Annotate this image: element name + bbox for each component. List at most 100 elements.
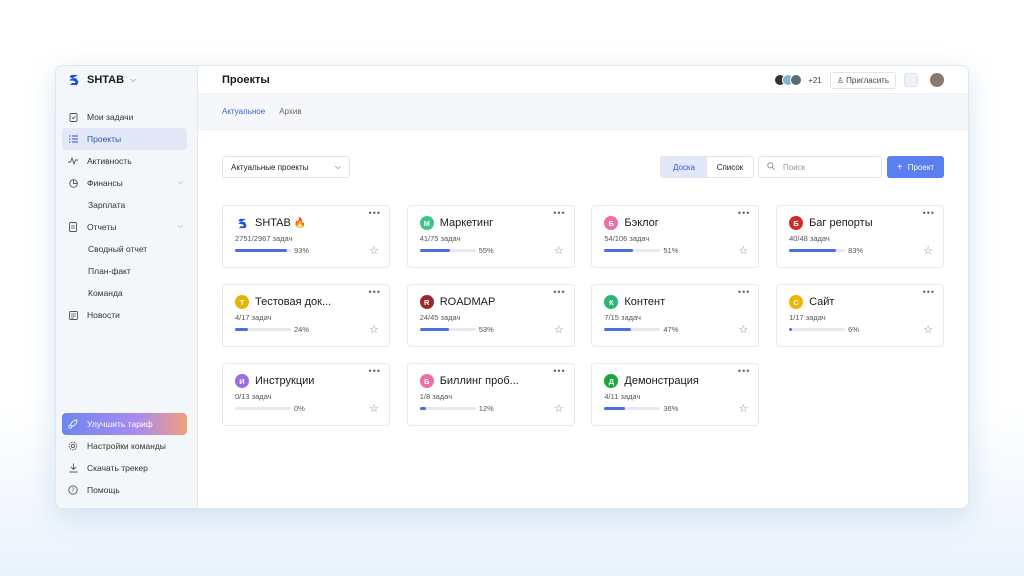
sidebar-item-salary[interactable]: Зарплата [62, 194, 187, 216]
clipboard-icon [68, 112, 78, 122]
sidebar-item-summary-report[interactable]: Сводный отчет [62, 238, 187, 260]
star-icon[interactable]: ☆ [923, 244, 933, 257]
fire-icon: 🔥 [293, 217, 307, 229]
more-icon[interactable]: ••• [553, 208, 565, 218]
notifications-icon[interactable] [904, 73, 918, 87]
sidebar-item-activity[interactable]: Активность [62, 150, 187, 172]
star-icon[interactable]: ☆ [369, 402, 379, 415]
project-name[interactable]: Демонстрация [624, 375, 699, 387]
more-icon[interactable]: ••• [369, 287, 381, 297]
star-icon[interactable]: ☆ [739, 244, 749, 257]
sidebar-item-download-tracker[interactable]: Скачать трекер [62, 457, 187, 479]
sidebar-item-projects[interactable]: Проекты [62, 128, 187, 150]
more-icon[interactable]: ••• [553, 366, 565, 376]
sidebar-item-label: Активность [87, 156, 132, 166]
upgrade-plan-button[interactable]: Улучшить тариф [62, 413, 187, 435]
team-switcher[interactable]: SHTAB ⌵ [56, 66, 197, 94]
project-filter-select[interactable]: Актуальные проекты ⌵ [222, 156, 350, 178]
project-header: Б Баг репорты [789, 216, 873, 230]
project-progress-bar [235, 407, 291, 410]
sidebar-item-help[interactable]: ? Помощь [62, 479, 187, 501]
star-icon[interactable]: ☆ [369, 323, 379, 336]
star-icon[interactable]: ☆ [923, 323, 933, 336]
view-list-button[interactable]: Список [707, 157, 753, 177]
progress-fill [604, 407, 625, 410]
progress-fill [789, 328, 793, 331]
sidebar-item-finance[interactable]: Финансы ⌵ [62, 172, 187, 194]
project-card[interactable]: ••• R ROADMAP 24/45 задач 53% ☆ [406, 284, 575, 347]
project-name[interactable]: Контент [624, 296, 665, 308]
progress-fill [604, 328, 631, 331]
shtab-logo-icon [68, 74, 80, 86]
project-name[interactable]: Бэклог [624, 217, 658, 229]
star-icon[interactable]: ☆ [739, 323, 749, 336]
tab-archive[interactable]: Архив [279, 107, 301, 116]
more-icon[interactable]: ••• [738, 287, 750, 297]
star-icon[interactable]: ☆ [369, 244, 379, 257]
project-task-count: 0/13 задач [235, 392, 272, 401]
more-icon[interactable]: ••• [738, 366, 750, 376]
progress-fill [235, 249, 288, 252]
project-name[interactable]: SHTAB [255, 217, 291, 229]
more-icon[interactable]: ••• [923, 208, 935, 218]
project-task-count: 24/45 задач [419, 313, 461, 322]
sidebar-item-my-tasks[interactable]: Мои задачи [62, 106, 187, 128]
avatar[interactable] [790, 74, 803, 86]
more-icon[interactable]: ••• [369, 366, 381, 376]
more-icon[interactable]: ••• [369, 208, 381, 218]
project-name[interactable]: ROADMAP [440, 296, 496, 308]
progress-fill [789, 249, 836, 252]
sidebar-item-plan-fact[interactable]: План-факт [62, 260, 187, 282]
new-project-button[interactable]: + Проект [887, 156, 944, 178]
star-icon[interactable]: ☆ [554, 323, 564, 336]
project-card[interactable]: ••• Д Демонстрация 4/11 задач 36% ☆ [591, 363, 760, 426]
project-card[interactable]: ••• Б Бэклог 54/106 задач 51% ☆ [591, 205, 760, 268]
project-progress-percent: 47% [663, 325, 679, 334]
project-badge: Б [789, 216, 804, 230]
star-icon[interactable]: ☆ [554, 244, 564, 257]
more-icon[interactable]: ••• [923, 287, 935, 297]
tab-current[interactable]: Актуальное [222, 107, 265, 116]
view-board-button[interactable]: Доска [661, 157, 707, 177]
sidebar-item-label: Команда [88, 288, 123, 298]
pie-chart-icon [68, 178, 78, 188]
more-icon[interactable]: ••• [738, 208, 750, 218]
project-progress-percent: 53% [478, 325, 494, 334]
sidebar-item-news[interactable]: Новости [62, 304, 187, 326]
project-name[interactable]: Баг репорты [809, 217, 873, 229]
project-card[interactable]: ••• Б Биллинг проб... 1/8 задач 12% ☆ [406, 363, 575, 426]
star-icon[interactable]: ☆ [554, 402, 564, 415]
project-header: Б Биллинг проб... [419, 374, 519, 388]
project-badge-letter: Б [793, 218, 799, 228]
project-card[interactable]: ••• И Инструкции 0/13 задач 0% ☆ [222, 363, 390, 426]
project-progress-bar [235, 249, 291, 252]
project-badge [235, 216, 249, 230]
project-header: И Инструкции [235, 374, 314, 388]
user-icon: ♙ [836, 75, 844, 85]
star-icon[interactable]: ☆ [739, 402, 749, 415]
sidebar-item-reports[interactable]: Отчеты ⌵ [62, 216, 187, 238]
project-card[interactable]: ••• Б Баг репорты 40/48 задач 83% ☆ [776, 205, 945, 268]
project-name[interactable]: Сайт [809, 296, 834, 308]
project-name[interactable]: Биллинг проб... [440, 375, 519, 387]
project-badge-letter: Б [608, 218, 615, 228]
sidebar-item-label: Сводный отчет [88, 244, 148, 254]
project-name[interactable]: Тестовая док... [255, 296, 331, 308]
project-card[interactable]: ••• SHTAB 🔥 2751/2967 задач 93% ☆ [222, 205, 390, 268]
more-icon[interactable]: ••• [553, 287, 565, 297]
search-input[interactable]: Поиск [758, 156, 882, 178]
project-name[interactable]: Маркетинг [440, 217, 493, 229]
sidebar-item-team-settings[interactable]: Настройки команды [62, 435, 187, 457]
project-card[interactable]: ••• Т Тестовая док... 4/17 задач 24% ☆ [222, 284, 390, 347]
invite-label: Пригласить [846, 75, 889, 85]
members-more-count[interactable]: +21 [808, 76, 822, 85]
progress-fill [419, 328, 450, 331]
project-name[interactable]: Инструкции [255, 375, 314, 387]
project-card[interactable]: ••• К Контент 7/15 задач 47% ☆ [591, 284, 760, 347]
sidebar-item-team[interactable]: Команда [62, 282, 187, 304]
invite-button[interactable]: ♙ Пригласить [829, 71, 896, 89]
avatar[interactable] [930, 73, 944, 87]
project-card[interactable]: ••• М Маркетинг 41/75 задач 55% ☆ [406, 205, 575, 268]
project-card[interactable]: ••• С Сайт 1/17 задач 6% ☆ [776, 284, 945, 347]
chevron-down-icon: ⌵ [334, 162, 341, 171]
